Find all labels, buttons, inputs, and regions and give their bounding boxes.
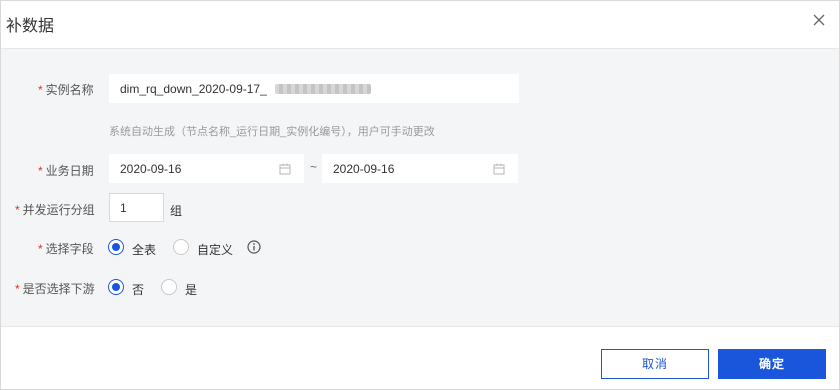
business-date-start-input[interactable]: 2020-09-16 xyxy=(109,154,304,183)
instance-name-masked-suffix xyxy=(275,84,371,94)
dialog-header: 补数据 xyxy=(1,1,839,49)
calendar-icon xyxy=(279,163,291,175)
cancel-button[interactable]: 取消 xyxy=(601,349,709,379)
radio-yes[interactable] xyxy=(161,279,177,295)
radio-full-table-label: 全表 xyxy=(132,243,157,257)
select-fields-label: * 选择字段 xyxy=(38,242,94,256)
business-date-end-input[interactable]: 2020-09-16 xyxy=(322,154,518,183)
radio-no-label: 否 xyxy=(132,283,145,297)
info-icon[interactable] xyxy=(247,240,261,254)
radio-yes-label: 是 xyxy=(185,283,198,297)
backfill-dialog: 补数据 * 实例名称 dim_rq_down_2020-09-17_ 系统自动生成… xyxy=(0,0,840,390)
dialog-body: * 实例名称 dim_rq_down_2020-09-17_ 系统自动生成（节点名… xyxy=(1,49,839,327)
parallel-groups-input[interactable]: 1 xyxy=(109,193,164,222)
radio-custom-label: 自定义 xyxy=(197,243,234,257)
select-downstream-label: * 是否选择下游 xyxy=(15,282,95,296)
radio-no[interactable] xyxy=(108,279,124,295)
instance-name-value: dim_rq_down_2020-09-17_ xyxy=(120,82,267,96)
parallel-groups-label: * 并发运行分组 xyxy=(15,203,95,217)
radio-custom[interactable] xyxy=(173,239,189,255)
confirm-button[interactable]: 确定 xyxy=(718,349,826,379)
radio-full-table[interactable] xyxy=(108,239,124,255)
instance-name-input[interactable]: dim_rq_down_2020-09-17_ xyxy=(109,74,519,103)
calendar-icon xyxy=(493,163,505,175)
dialog-footer: 取消 确定 xyxy=(1,327,839,389)
date-range-separator: ~ xyxy=(310,160,318,174)
close-icon[interactable] xyxy=(811,12,827,28)
parallel-groups-unit: 组 xyxy=(170,204,183,218)
business-date-label: * 业务日期 xyxy=(38,164,94,178)
instance-name-hint: 系统自动生成（节点名称_运行日期_实例化编号），用户可手动更改 xyxy=(109,126,435,138)
dialog-title: 补数据 xyxy=(6,18,55,35)
instance-name-label: * 实例名称 xyxy=(38,83,94,97)
